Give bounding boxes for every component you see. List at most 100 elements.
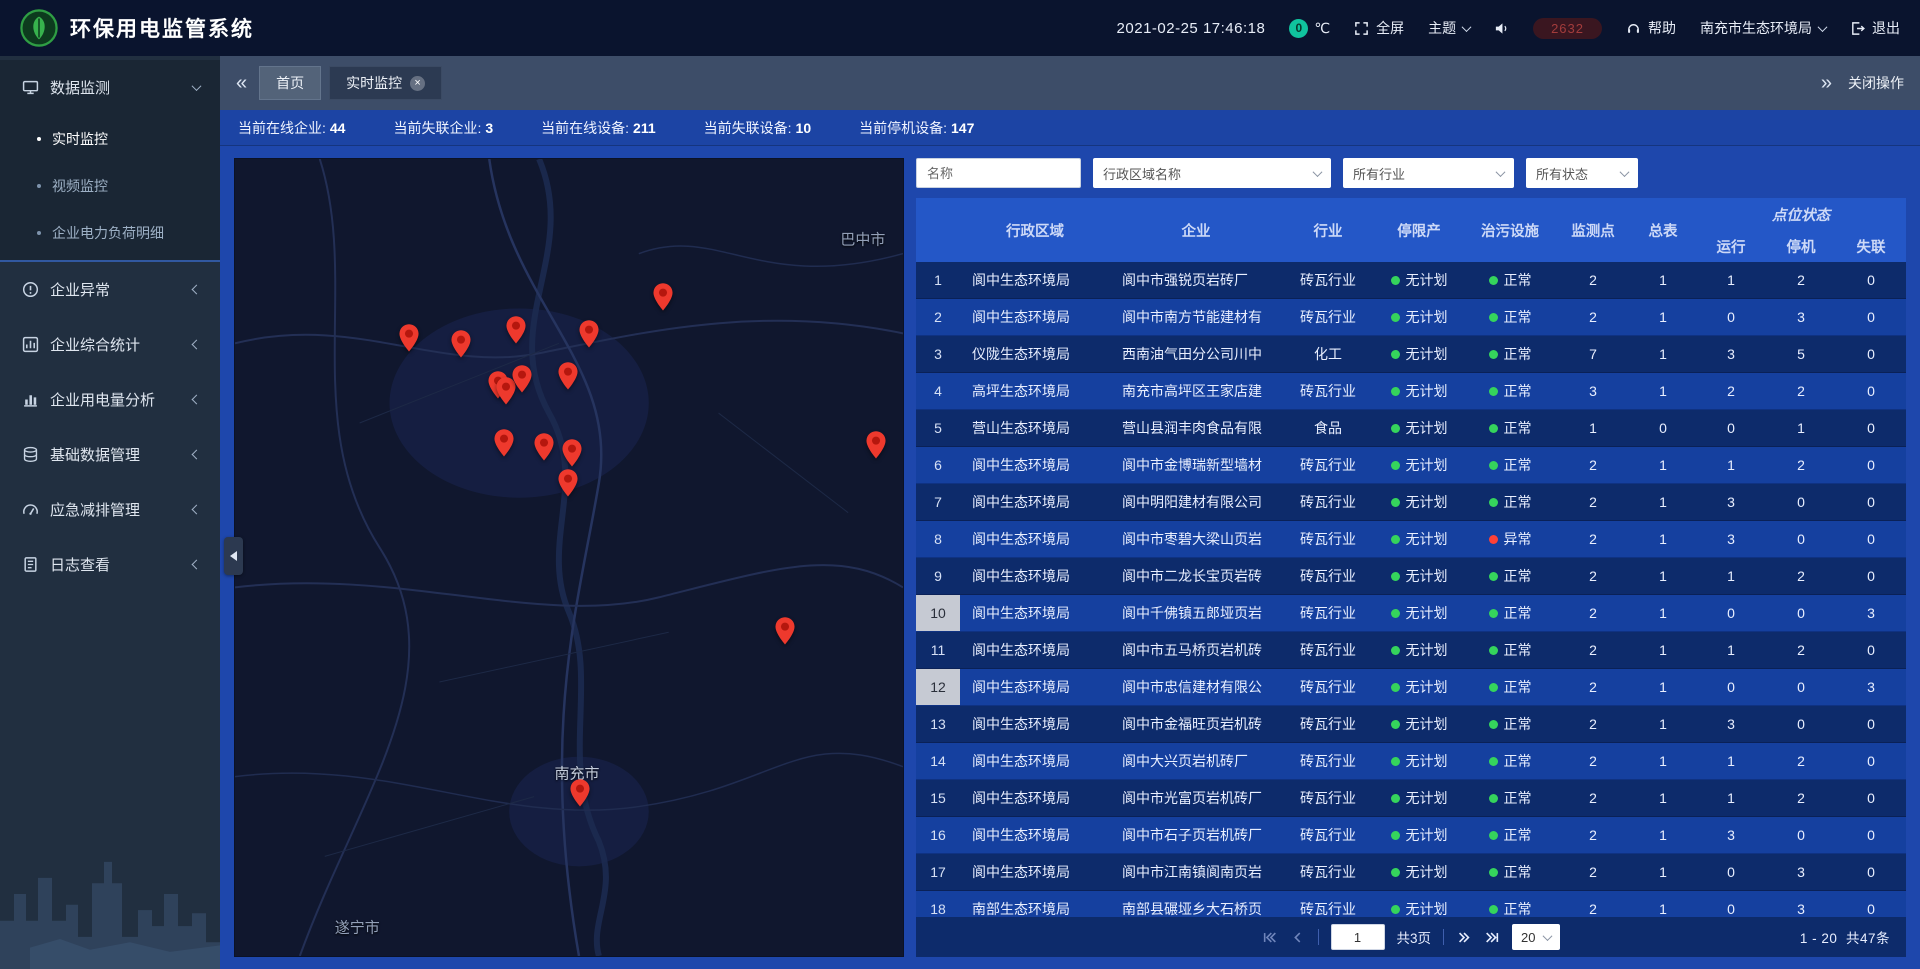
map-pin-icon[interactable] <box>511 364 533 394</box>
column-header-sub-2: 失联 <box>1836 230 1906 262</box>
industry-filter-select[interactable]: 所有行业 <box>1343 158 1514 188</box>
map-pin-icon[interactable] <box>774 616 796 646</box>
pager-next-icon[interactable] <box>1456 930 1472 945</box>
sidebar-item-video-monitor[interactable]: 视频监控 <box>0 162 220 209</box>
stat-label: 当前失联设备: <box>704 120 792 136</box>
table-row[interactable]: 8阆中生态环境局阆中市枣碧大梁山页岩砖瓦行业无计划异常21300 <box>916 521 1906 558</box>
region-filter-select[interactable]: 行政区域名称 <box>1093 158 1331 188</box>
table-row[interactable]: 2阆中生态环境局阆中市南方节能建材有砖瓦行业无计划正常21030 <box>916 299 1906 336</box>
cell-company: 南部县碾垭乡大石桥页 <box>1110 891 1282 917</box>
map-pin-icon[interactable] <box>557 361 579 391</box>
sidebar-group-company-abnormal[interactable]: 企业异常 <box>0 262 220 317</box>
sidebar-group-company-statistics[interactable]: 企业综合统计 <box>0 317 220 372</box>
tab-home[interactable]: 首页 <box>259 66 321 100</box>
pager-last-icon[interactable] <box>1484 930 1500 945</box>
stat-value: 3 <box>485 120 493 136</box>
map-pin-icon[interactable] <box>561 438 583 468</box>
fullscreen-button[interactable]: 全屏 <box>1354 18 1404 38</box>
chevron-left-icon <box>192 285 202 295</box>
cell-stopped: 3 <box>1766 891 1836 917</box>
table-row[interactable]: 7阆中生态环境局阆中明阳建材有限公司砖瓦行业无计划正常21300 <box>916 484 1906 521</box>
table-row[interactable]: 6阆中生态环境局阆中市金博瑞新型墙材砖瓦行业无计划正常21120 <box>916 447 1906 484</box>
pager-first-icon[interactable] <box>1262 930 1278 945</box>
cell-production-status: 无计划 <box>1374 780 1464 816</box>
table-row[interactable]: 3仪陇生态环境局西南油气田分公司川中化工无计划正常71350 <box>916 336 1906 373</box>
table-row[interactable]: 17阆中生态环境局阆中市江南镇阆南页岩砖瓦行业无计划正常21030 <box>916 854 1906 891</box>
cell-company: 阆中市强锐页岩砖厂 <box>1110 262 1282 298</box>
cell-industry: 砖瓦行业 <box>1282 595 1374 631</box>
table-row[interactable]: 15阆中生态环境局阆中市光富页岩机砖厂砖瓦行业无计划正常21120 <box>916 780 1906 817</box>
map-pin-icon[interactable] <box>450 329 472 359</box>
status-dot-icon <box>1489 905 1498 914</box>
tabs-scroll-left-icon[interactable]: « <box>236 73 247 93</box>
sidebar-item-realtime-monitor[interactable]: 实时监控 <box>0 115 220 162</box>
sidebar-group-power-usage-analysis[interactable]: 企业用电量分析 <box>0 372 220 427</box>
cell-monitor-points: 3 <box>1556 373 1630 409</box>
map-pin-icon[interactable] <box>865 430 887 460</box>
cell-stopped: 0 <box>1766 706 1836 742</box>
cell-industry: 砖瓦行业 <box>1282 632 1374 668</box>
cell-total-meters: 1 <box>1630 521 1696 557</box>
map-pin-icon[interactable] <box>533 432 555 462</box>
table-row[interactable]: 5营山生态环境局营山县润丰肉食品有限食品无计划正常10010 <box>916 410 1906 447</box>
page-size-select[interactable]: 20 <box>1512 924 1560 950</box>
table-row[interactable]: 16阆中生态环境局阆中市石子页岩机砖厂砖瓦行业无计划正常21300 <box>916 817 1906 854</box>
status-dot-icon <box>1391 905 1400 914</box>
cell-running: 1 <box>1696 743 1766 779</box>
cell-facility-status: 正常 <box>1464 891 1556 917</box>
org-dropdown[interactable]: 南充市生态环境局 <box>1700 18 1826 38</box>
cell-offline: 0 <box>1836 521 1906 557</box>
table-row[interactable]: 4高坪生态环境局南充市高坪区王家店建砖瓦行业无计划正常31220 <box>916 373 1906 410</box>
table-row[interactable]: 18南部生态环境局南部县碾垭乡大石桥页砖瓦行业无计划正常21030 <box>916 891 1906 917</box>
theme-dropdown[interactable]: 主题 <box>1428 18 1470 38</box>
map-collapse-button[interactable] <box>224 537 243 575</box>
tab-realtime[interactable]: 实时监控× <box>329 66 442 100</box>
cell-facility-status: 正常 <box>1464 817 1556 853</box>
page-number-input[interactable] <box>1331 924 1385 950</box>
table-row[interactable]: 1阆中生态环境局阆中市强锐页岩砖厂砖瓦行业无计划正常21120 <box>916 262 1906 299</box>
stat-label: 当前失联企业: <box>393 120 481 136</box>
tabs-scroll-right-icon[interactable]: » <box>1821 73 1832 93</box>
map-pin-icon[interactable] <box>505 315 527 345</box>
cell-offline: 0 <box>1836 484 1906 520</box>
close-operations-button[interactable]: 关闭操作 <box>1848 73 1904 93</box>
status-filter-select[interactable]: 所有状态 <box>1526 158 1638 188</box>
table-row[interactable]: 14阆中生态环境局阆中大兴页岩机砖厂砖瓦行业无计划正常21120 <box>916 743 1906 780</box>
sidebar-group-emergency-reduction[interactable]: 应急减排管理 <box>0 482 220 537</box>
temperature-widget: 0 ℃ <box>1289 19 1330 38</box>
map-pin-icon[interactable] <box>652 282 674 312</box>
cell-offline: 0 <box>1836 891 1906 917</box>
cell-industry: 食品 <box>1282 410 1374 446</box>
help-button[interactable]: 帮助 <box>1626 18 1676 38</box>
sidebar-group-log-view[interactable]: 日志查看 <box>0 537 220 592</box>
cell-company: 阆中大兴页岩机砖厂 <box>1110 743 1282 779</box>
cell-industry: 砖瓦行业 <box>1282 521 1374 557</box>
table-row[interactable]: 11阆中生态环境局阆中市五马桥页岩机砖砖瓦行业无计划正常21120 <box>916 632 1906 669</box>
table-row[interactable]: 12阆中生态环境局阆中市忠信建材有限公砖瓦行业无计划正常21003 <box>916 669 1906 706</box>
cell-monitor-points: 2 <box>1556 743 1630 779</box>
name-filter-input[interactable] <box>916 158 1081 188</box>
alert-count-badge[interactable]: 2632 <box>1533 18 1602 39</box>
sidebar-group-data-monitor[interactable]: 数据监测 <box>0 60 220 115</box>
chevron-left-icon <box>192 560 202 570</box>
map-panel[interactable]: 巴中市南充市遂宁市 <box>234 158 904 957</box>
map-pin-icon[interactable] <box>493 428 515 458</box>
close-tab-icon[interactable]: × <box>410 76 425 91</box>
table-row[interactable]: 10阆中生态环境局阆中千佛镇五郎垭页岩砖瓦行业无计划正常21003 <box>916 595 1906 632</box>
chevron-left-icon <box>192 395 202 405</box>
table-row[interactable]: 13阆中生态环境局阆中市金福旺页岩机砖砖瓦行业无计划正常21300 <box>916 706 1906 743</box>
cell-production-status: 无计划 <box>1374 743 1464 779</box>
sidebar-item-power-load-detail[interactable]: 企业电力负荷明细 <box>0 209 220 256</box>
map-pin-icon[interactable] <box>569 778 591 808</box>
map-pin-icon[interactable] <box>398 323 420 353</box>
pager-prev-icon[interactable] <box>1290 930 1306 945</box>
map-pin-icon[interactable] <box>578 319 600 349</box>
cell-facility-status: 正常 <box>1464 299 1556 335</box>
map-pin-icon[interactable] <box>557 468 579 498</box>
cell-production-status: 无计划 <box>1374 447 1464 483</box>
table-row[interactable]: 9阆中生态环境局阆中市二龙长宝页岩砖砖瓦行业无计划正常21120 <box>916 558 1906 595</box>
announcement-button[interactable] <box>1494 21 1509 36</box>
sidebar-group-base-data-management[interactable]: 基础数据管理 <box>0 427 220 482</box>
logout-button[interactable]: 退出 <box>1850 18 1900 38</box>
column-header-0 <box>916 198 960 262</box>
